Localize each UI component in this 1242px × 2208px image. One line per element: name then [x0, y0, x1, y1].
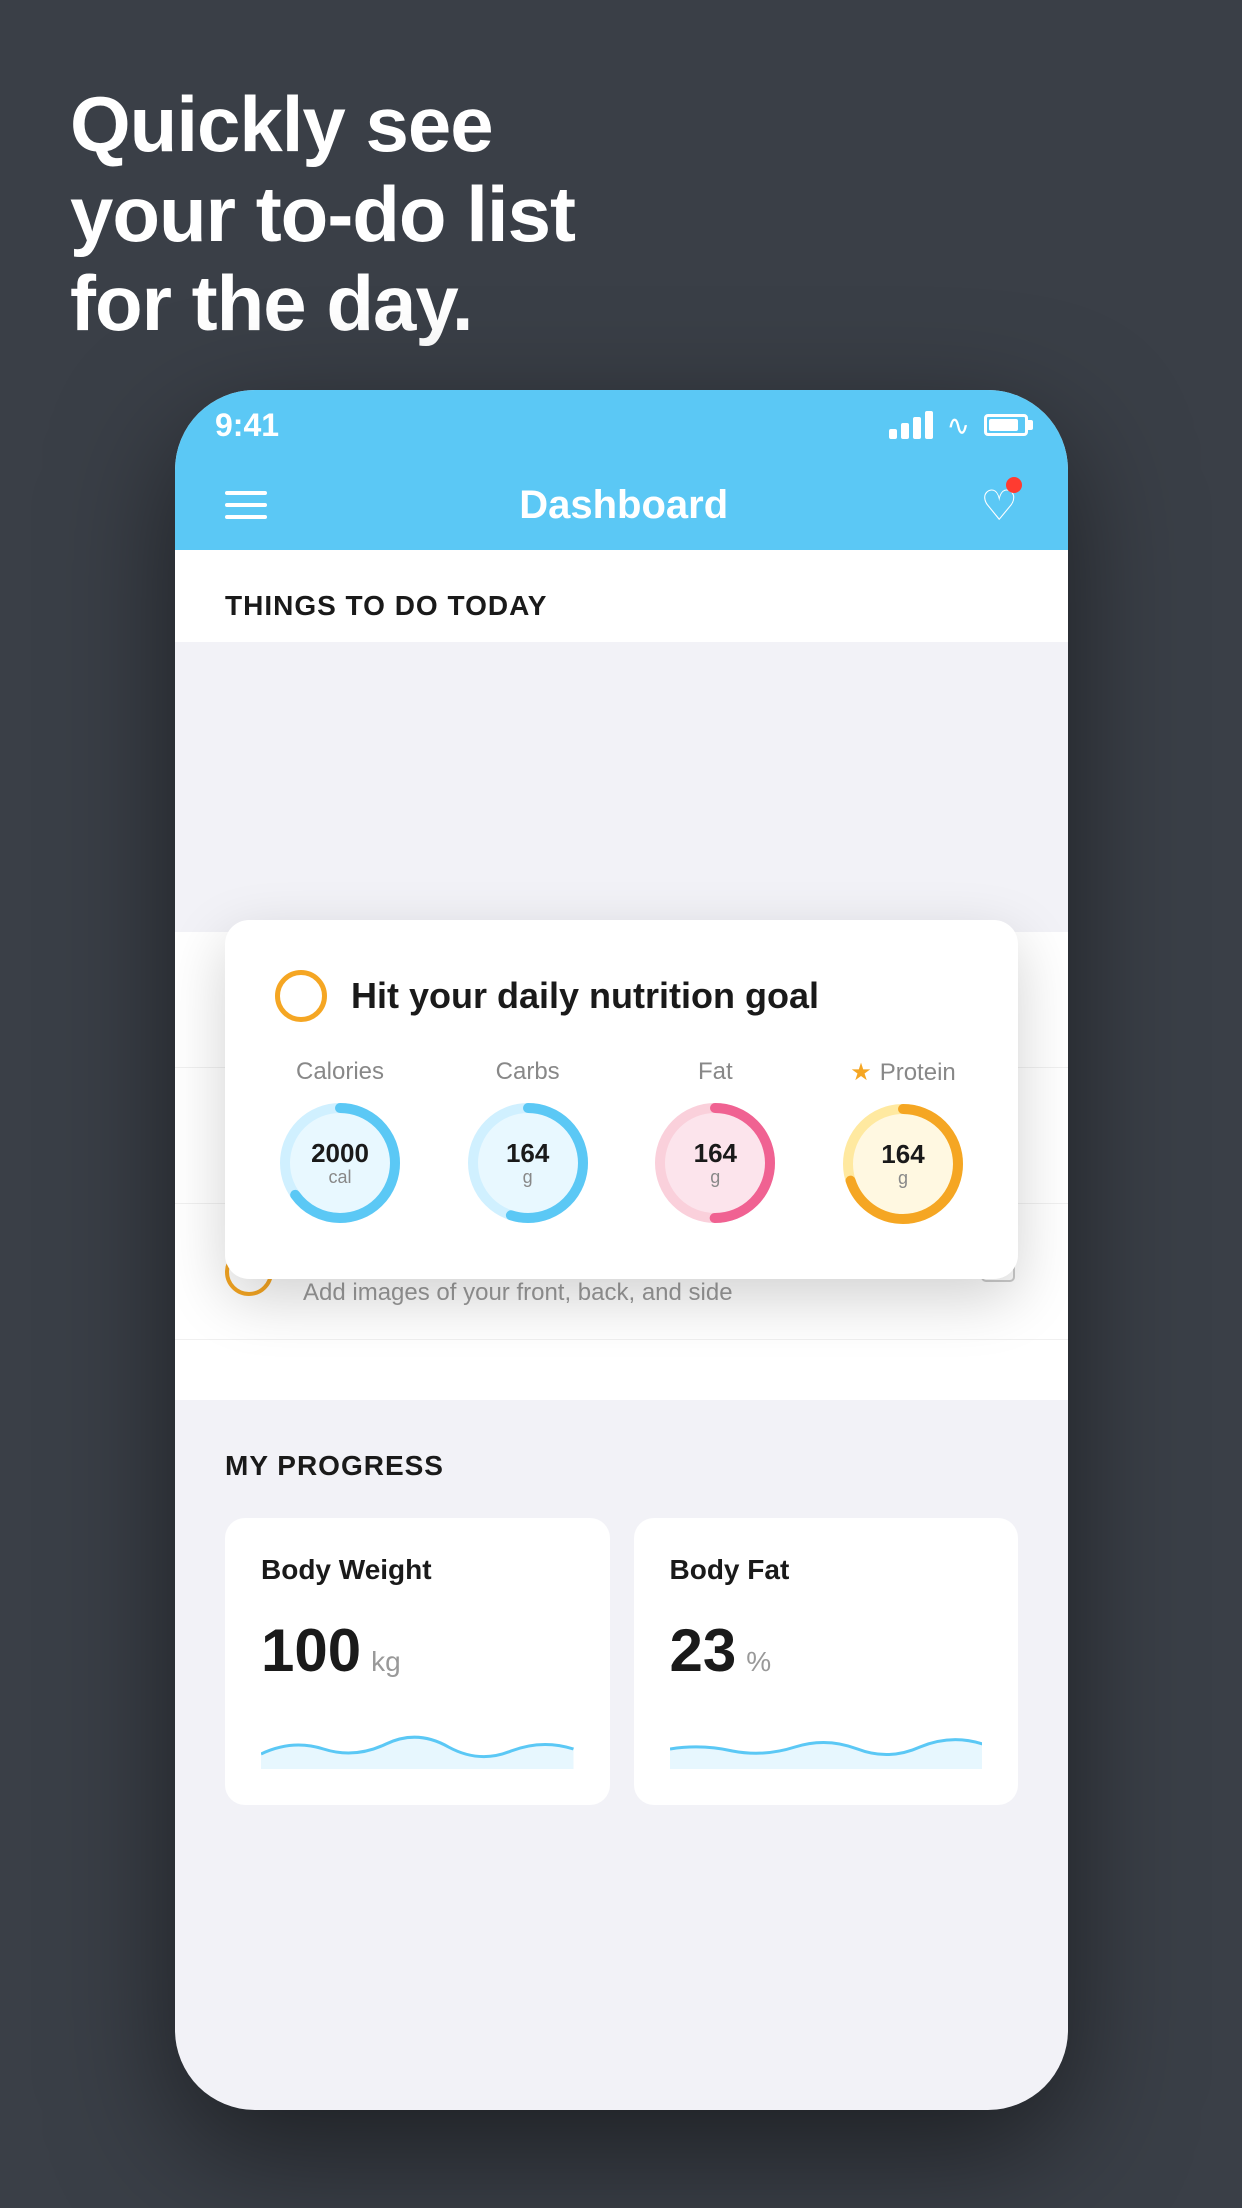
carbs-label: Carbs [496, 1058, 560, 1086]
notification-dot [1006, 477, 1022, 493]
signal-icon [889, 411, 933, 439]
status-bar: 9:41 ∿ [175, 390, 1068, 460]
body-weight-number: 100 [261, 1616, 361, 1685]
fat-ring: 164 g [650, 1098, 780, 1228]
progress-photos-subtitle: Add images of your front, back, and side [303, 1279, 948, 1307]
carbs-ring: 164 g [463, 1098, 593, 1228]
calories-ring: 2000 cal [275, 1098, 405, 1228]
progress-cards: Body Weight 100 kg Body Fat 23 % [225, 1518, 1018, 1805]
nutrition-calories: Calories 2000 cal [275, 1058, 405, 1228]
body-fat-title: Body Fat [670, 1554, 983, 1586]
progress-section: MY PROGRESS Body Weight 100 kg Body Fa [175, 1400, 1068, 1805]
nav-title: Dashboard [519, 483, 728, 528]
status-icons: ∿ [889, 409, 1028, 442]
protein-value: 164 g [881, 1140, 924, 1188]
hero-text: Quickly see your to-do list for the day. [70, 80, 575, 349]
calories-label: Calories [296, 1058, 384, 1086]
things-to-do-header: THINGS TO DO TODAY [175, 550, 1068, 642]
body-weight-chart [261, 1709, 574, 1769]
fat-value: 164 g [694, 1139, 737, 1187]
card-header: Hit your daily nutrition goal [275, 970, 968, 1022]
hamburger-menu[interactable] [225, 491, 267, 519]
body-weight-unit: kg [371, 1646, 401, 1678]
body-fat-number: 23 [670, 1616, 737, 1685]
carbs-value: 164 g [506, 1139, 549, 1187]
body-weight-value: 100 kg [261, 1616, 574, 1685]
spacer [175, 1340, 1068, 1400]
calories-value: 2000 cal [311, 1139, 369, 1187]
nutrition-card-title: Hit your daily nutrition goal [351, 975, 819, 1017]
nutrition-carbs: Carbs 164 g [463, 1058, 593, 1228]
fat-label: Fat [698, 1058, 733, 1086]
nutrition-card: Hit your daily nutrition goal Calories 2… [225, 920, 1018, 1279]
notification-bell[interactable]: ♡ [980, 481, 1018, 530]
status-time: 9:41 [215, 407, 279, 444]
body-weight-title: Body Weight [261, 1554, 574, 1586]
nav-bar: Dashboard ♡ [175, 460, 1068, 550]
nutrition-checkbox[interactable] [275, 970, 327, 1022]
phone-mockup: 9:41 ∿ Dashboard ♡ THINGS TO DO TODAY [175, 390, 1068, 2110]
wifi-icon: ∿ [947, 409, 970, 442]
protein-ring: 164 g [838, 1099, 968, 1229]
progress-title: MY PROGRESS [225, 1450, 1018, 1482]
star-icon: ★ [850, 1058, 872, 1087]
nutrition-fat: Fat 164 g [650, 1058, 780, 1228]
nutrition-row: Calories 2000 cal Carbs [275, 1058, 968, 1229]
nutrition-protein: ★ Protein 164 g [838, 1058, 968, 1229]
body-fat-card: Body Fat 23 % [634, 1518, 1019, 1805]
body-fat-value: 23 % [670, 1616, 983, 1685]
body-fat-chart [670, 1709, 983, 1769]
body-weight-card: Body Weight 100 kg [225, 1518, 610, 1805]
things-to-do-title: THINGS TO DO TODAY [225, 590, 547, 621]
battery-icon [984, 414, 1028, 436]
body-fat-unit: % [746, 1646, 771, 1678]
protein-label: ★ Protein [850, 1058, 956, 1087]
